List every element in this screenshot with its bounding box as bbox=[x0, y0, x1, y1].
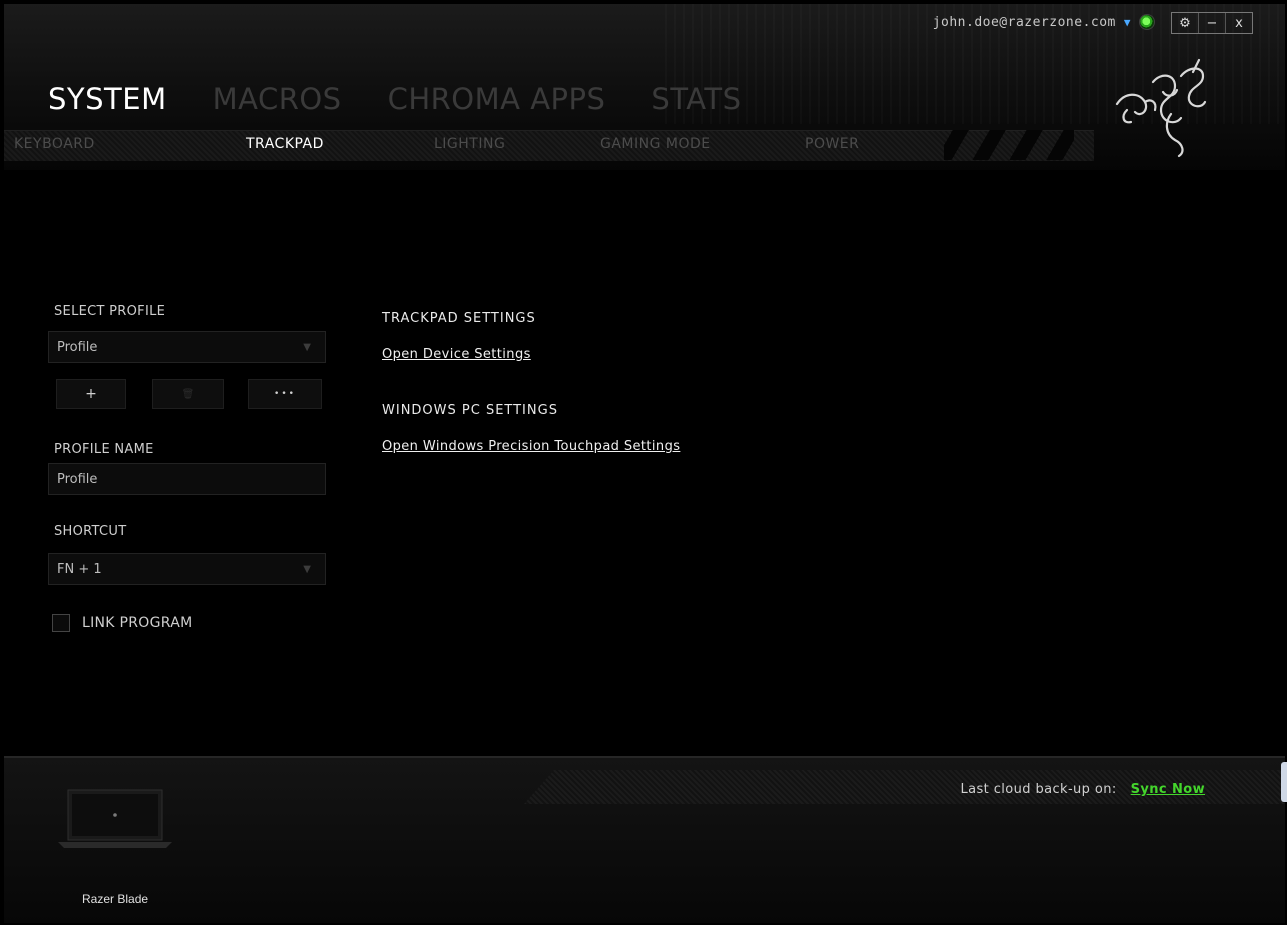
tab-lighting[interactable]: LIGHTING bbox=[434, 136, 600, 152]
link-program-checkbox[interactable] bbox=[52, 614, 70, 632]
plus-icon: + bbox=[85, 386, 97, 402]
more-options-button[interactable]: ••• bbox=[248, 379, 322, 409]
account-email[interactable]: john.doe@razerzone.com bbox=[933, 15, 1116, 30]
razer-logo-icon bbox=[1115, 58, 1207, 158]
laptop-icon[interactable] bbox=[54, 786, 176, 852]
chevron-down-icon[interactable]: ▼ bbox=[1124, 16, 1131, 29]
shortcut-label: SHORTCUT bbox=[54, 524, 127, 539]
tab-chroma-apps[interactable]: CHROMA APPS bbox=[388, 82, 606, 116]
profile-name-value: Profile bbox=[57, 471, 98, 487]
sync-now-link[interactable]: Sync Now bbox=[1131, 782, 1205, 797]
device-name: Razer Blade bbox=[82, 892, 149, 906]
open-device-settings-link[interactable]: Open Device Settings bbox=[382, 347, 531, 362]
shortcut-value: FN + 1 bbox=[57, 561, 102, 577]
footer: Last cloud back-up on: Sync Now Razer Bl… bbox=[4, 756, 1285, 923]
chevron-down-icon: ▼ bbox=[303, 342, 311, 353]
profile-name-input[interactable]: Profile bbox=[48, 463, 326, 495]
account-area[interactable]: john.doe@razerzone.com ▼ bbox=[933, 14, 1155, 30]
last-backup-label: Last cloud back-up on: bbox=[960, 782, 1117, 797]
tab-keyboard[interactable]: KEYBOARD bbox=[14, 136, 246, 152]
shortcut-select[interactable]: FN + 1 ▼ bbox=[48, 553, 326, 585]
minimize-button[interactable]: − bbox=[1198, 13, 1225, 33]
profile-name-label: PROFILE NAME bbox=[54, 442, 154, 457]
trash-icon: 🗑 bbox=[181, 388, 195, 400]
side-scroll-handle[interactable] bbox=[1281, 762, 1287, 802]
tab-macros[interactable]: MACROS bbox=[213, 82, 342, 116]
online-status-icon bbox=[1139, 14, 1155, 30]
window-controls: ⚙ − x bbox=[1171, 12, 1253, 34]
tab-power[interactable]: POWER bbox=[805, 136, 885, 152]
windows-pc-settings-title: WINDOWS PC SETTINGS bbox=[382, 403, 558, 418]
tab-system[interactable]: SYSTEM bbox=[48, 82, 167, 116]
chevron-down-icon: ▼ bbox=[303, 564, 311, 575]
trackpad-settings-title: TRACKPAD SETTINGS bbox=[382, 311, 536, 326]
cloud-backup-status: Last cloud back-up on: Sync Now bbox=[961, 782, 1206, 797]
more-icon: ••• bbox=[274, 389, 296, 399]
razer-synapse-window: john.doe@razerzone.com ▼ ⚙ − x SYSTEM MA… bbox=[4, 4, 1285, 923]
decorative-stripes bbox=[944, 130, 1074, 160]
main-tabs: SYSTEM MACROS CHROMA APPS STATS bbox=[48, 82, 742, 116]
settings-icon[interactable]: ⚙ bbox=[1172, 13, 1198, 33]
tab-trackpad[interactable]: TRACKPAD bbox=[246, 136, 434, 152]
profile-select-value: Profile bbox=[57, 339, 98, 355]
tab-stats[interactable]: STATS bbox=[651, 82, 741, 116]
tab-gaming-mode[interactable]: GAMING MODE bbox=[600, 136, 805, 152]
open-windows-touchpad-settings-link[interactable]: Open Windows Precision Touchpad Settings bbox=[382, 439, 680, 454]
close-button[interactable]: x bbox=[1225, 13, 1252, 33]
link-program-label: LINK PROGRAM bbox=[82, 615, 193, 631]
sub-tabs: KEYBOARD TRACKPAD LIGHTING GAMING MODE P… bbox=[14, 136, 885, 152]
add-profile-button[interactable]: + bbox=[56, 379, 126, 409]
select-profile-label: SELECT PROFILE bbox=[54, 304, 166, 319]
footer-divider bbox=[4, 756, 1285, 758]
profile-select[interactable]: Profile ▼ bbox=[48, 331, 326, 363]
delete-profile-button[interactable]: 🗑 bbox=[152, 379, 224, 409]
